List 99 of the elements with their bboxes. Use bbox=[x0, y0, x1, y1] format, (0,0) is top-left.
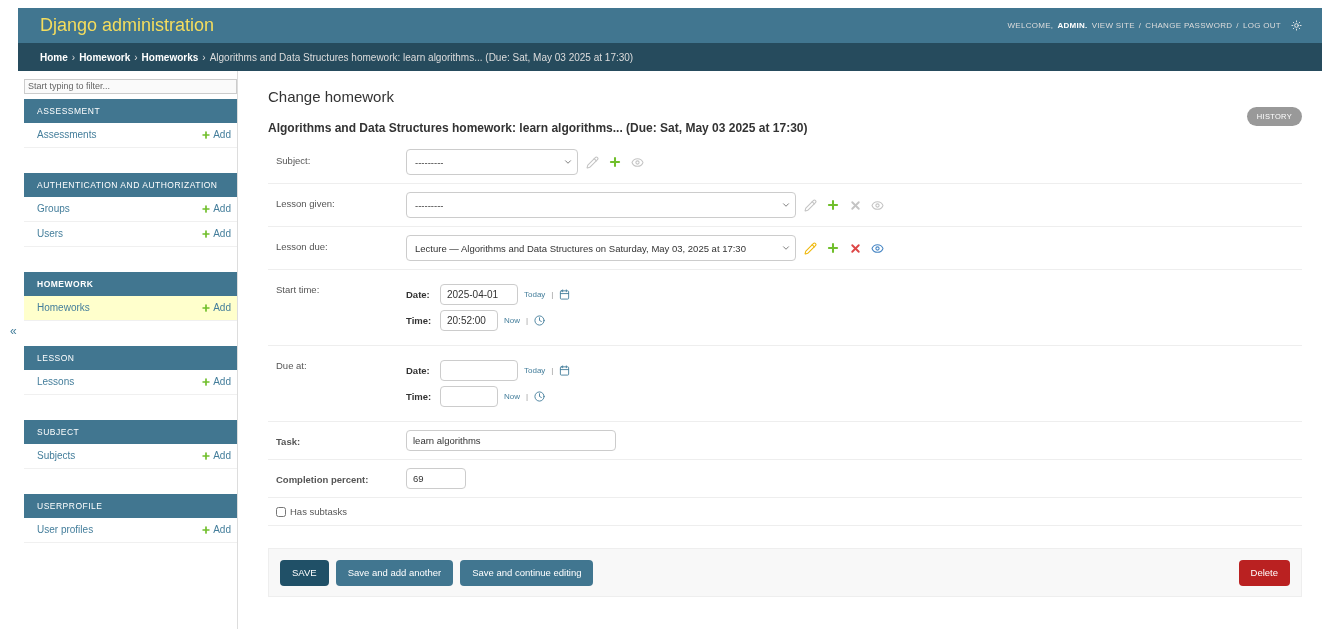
separator-text: / bbox=[1236, 21, 1239, 30]
add-icon[interactable] bbox=[826, 241, 840, 255]
object-title: Algorithms and Data Structures homework: learn algorithms... (Due: Sat, May 03 2025 at 17:30) bbox=[268, 121, 808, 135]
time-field[interactable]: 20:52:00 bbox=[440, 310, 498, 331]
shortcut-link[interactable]: Now bbox=[504, 392, 520, 401]
sub-label: Time: bbox=[406, 391, 433, 402]
clock-icon[interactable] bbox=[534, 391, 546, 402]
add-icon[interactable] bbox=[201, 376, 212, 387]
breadcrumb-link[interactable]: Home bbox=[40, 51, 68, 63]
welcome-text: WELCOME, bbox=[1007, 21, 1054, 30]
add-icon[interactable] bbox=[826, 198, 840, 212]
field-label: Subject: bbox=[276, 154, 312, 166]
user-tool-link[interactable]: VIEW SITE bbox=[1091, 21, 1135, 30]
field-label: Start time: bbox=[276, 283, 321, 295]
field-label: Due at: bbox=[276, 359, 308, 371]
save-option-button[interactable]: Save and add another bbox=[335, 559, 454, 586]
shortcut-link[interactable]: Today bbox=[524, 366, 546, 375]
field-label: Lesson given: bbox=[276, 197, 336, 209]
module-caption[interactable]: SUBJECT bbox=[24, 419, 237, 444]
module-caption[interactable]: AUTHENTICATION AND AUTHORIZATION bbox=[24, 172, 237, 197]
breadcrumb-current: Algorithms and Data Structures homework: learn algorithms... (Due: Sat, May 03 2025 at 17:30) bbox=[209, 51, 634, 63]
add-icon[interactable] bbox=[608, 155, 622, 169]
add-icon[interactable] bbox=[201, 129, 212, 140]
save-button[interactable]: SAVE bbox=[280, 559, 329, 586]
shortcut-link[interactable]: Now bbox=[504, 316, 520, 325]
module-caption[interactable]: USERPROFILE bbox=[24, 493, 237, 518]
date-field[interactable]: 2025-04-01 bbox=[440, 284, 518, 305]
separator-text: | bbox=[551, 290, 554, 299]
delete-button[interactable]: Delete bbox=[1238, 559, 1290, 586]
breadcrumb-separator: › bbox=[71, 51, 76, 63]
model-link[interactable]: Groups bbox=[37, 203, 70, 214]
module-caption[interactable]: HOMEWORK bbox=[24, 271, 237, 296]
model-link[interactable]: Homeworks bbox=[37, 302, 90, 313]
delete-icon[interactable] bbox=[849, 198, 862, 212]
field-label: Lesson due: bbox=[276, 240, 329, 252]
add-icon[interactable] bbox=[201, 203, 212, 214]
sub-label: Time: bbox=[406, 315, 433, 326]
model-link[interactable]: Subjects bbox=[37, 450, 76, 461]
add-link[interactable]: Add bbox=[213, 228, 231, 239]
save-option-button[interactable]: Save and continue editing bbox=[460, 559, 594, 586]
add-link[interactable]: Add bbox=[213, 450, 231, 461]
add-icon[interactable] bbox=[201, 524, 212, 535]
separator-text: / bbox=[1138, 21, 1142, 30]
model-link[interactable]: Users bbox=[37, 228, 64, 239]
model-link[interactable]: Assessments bbox=[37, 129, 97, 140]
theme-toggle-icon[interactable] bbox=[1291, 20, 1302, 31]
calendar-icon[interactable] bbox=[559, 365, 571, 376]
module-caption[interactable]: ASSESSMENT bbox=[24, 98, 237, 123]
model-link[interactable]: User profiles bbox=[37, 524, 94, 535]
filter-field[interactable]: Start typing to filter... bbox=[24, 78, 237, 94]
separator-text: | bbox=[526, 392, 529, 401]
select-field[interactable]: Lecture — Algorithms and Data Structures on Saturday, May 03, 2025 at 17:30 bbox=[406, 235, 796, 261]
view-icon[interactable] bbox=[871, 198, 884, 212]
user-tool-link[interactable]: CHANGE PASSWORD bbox=[1145, 21, 1233, 30]
select-field[interactable]: --------- bbox=[406, 149, 578, 175]
time-field[interactable] bbox=[440, 386, 498, 407]
add-icon[interactable] bbox=[201, 302, 212, 313]
chevron-down-icon[interactable] bbox=[563, 157, 573, 167]
pencil-icon[interactable] bbox=[804, 198, 817, 212]
page-title: Change homework bbox=[268, 88, 395, 105]
pencil-icon[interactable] bbox=[586, 155, 599, 169]
module-caption[interactable]: LESSON bbox=[24, 345, 237, 370]
breadcrumb-separator: › bbox=[134, 51, 138, 63]
sub-label: Date: bbox=[406, 365, 431, 376]
add-link[interactable]: Add bbox=[213, 302, 231, 313]
chevron-down-icon[interactable] bbox=[781, 200, 791, 210]
username-text: ADMIN. bbox=[1057, 21, 1088, 30]
sub-label: Date: bbox=[406, 289, 431, 300]
field-label: Completion percent: bbox=[276, 473, 370, 485]
sidebar-collapse-button[interactable]: « bbox=[8, 324, 19, 338]
checkbox[interactable] bbox=[276, 506, 286, 517]
select-field[interactable]: --------- bbox=[406, 192, 796, 218]
user-tool-link[interactable]: LOG OUT bbox=[1242, 21, 1281, 30]
calendar-icon[interactable] bbox=[559, 289, 571, 300]
site-title[interactable]: Django administration bbox=[40, 15, 215, 36]
clock-icon[interactable] bbox=[534, 315, 546, 326]
view-icon[interactable] bbox=[871, 241, 884, 255]
field-label: Task: bbox=[276, 435, 302, 447]
add-link[interactable]: Add bbox=[213, 203, 231, 214]
separator-text: | bbox=[526, 316, 529, 325]
input-field[interactable]: learn algorithms bbox=[406, 430, 616, 451]
view-icon[interactable] bbox=[631, 155, 644, 169]
add-link[interactable]: Add bbox=[213, 129, 231, 140]
input-field[interactable]: 69 bbox=[406, 468, 466, 489]
pencil-icon[interactable] bbox=[804, 241, 817, 255]
add-link[interactable]: Add bbox=[213, 524, 231, 535]
delete-icon[interactable] bbox=[849, 241, 862, 255]
separator-text: | bbox=[551, 366, 554, 375]
breadcrumb-link[interactable]: Homework bbox=[79, 51, 131, 63]
breadcrumb-separator: › bbox=[202, 51, 206, 63]
chevron-down-icon[interactable] bbox=[781, 243, 791, 253]
checkbox-label: Has subtasks bbox=[290, 506, 348, 517]
add-link[interactable]: Add bbox=[213, 376, 231, 387]
model-link[interactable]: Lessons bbox=[37, 376, 75, 387]
add-icon[interactable] bbox=[201, 228, 212, 239]
date-field[interactable] bbox=[440, 360, 518, 381]
shortcut-link[interactable]: Today bbox=[524, 290, 546, 299]
add-icon[interactable] bbox=[201, 450, 212, 461]
breadcrumb-link[interactable]: Homeworks bbox=[141, 51, 199, 63]
